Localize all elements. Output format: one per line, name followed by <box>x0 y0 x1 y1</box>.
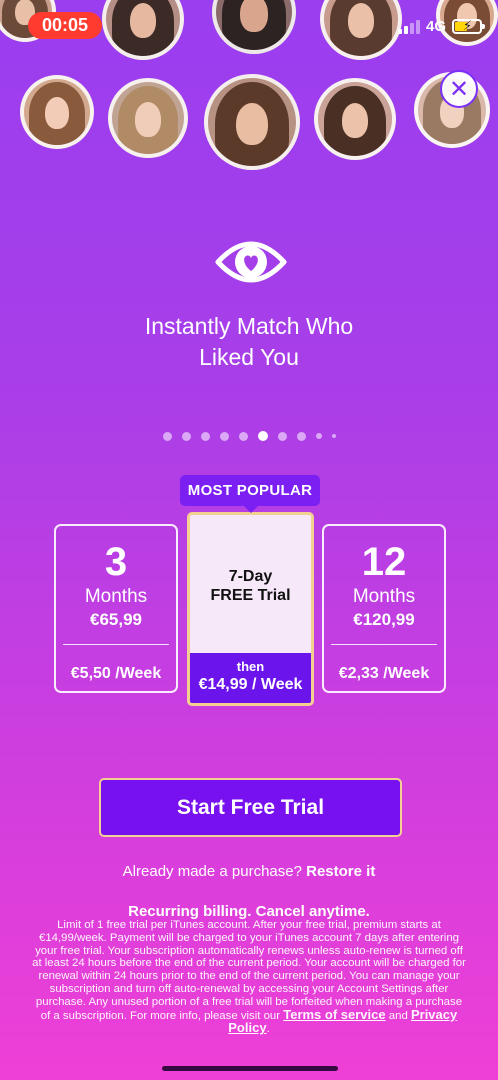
restore-row: Already made a purchase? Restore it <box>0 863 498 880</box>
avatar-4 <box>320 0 402 60</box>
plan-12-months-weekly: €2,33 /Week <box>338 665 430 682</box>
avatar-2 <box>102 0 184 60</box>
page-dot[interactable] <box>277 431 287 441</box>
page-indicator[interactable] <box>0 431 498 441</box>
avatar-9 <box>314 78 396 160</box>
page-dot[interactable] <box>238 431 248 441</box>
status-icons: 4G ⚡ <box>397 18 485 35</box>
avatar-7 <box>108 78 188 158</box>
most-popular-badge: MOST POPULAR <box>180 475 320 513</box>
network-type: 4G <box>425 18 446 35</box>
page-dot[interactable] <box>331 434 336 438</box>
avatar-8 <box>204 74 300 170</box>
page-dot[interactable] <box>296 431 306 441</box>
trial-then-label: then <box>236 659 265 674</box>
page-dot[interactable] <box>200 431 210 441</box>
restore-link[interactable]: Restore it <box>306 863 375 880</box>
page-dot[interactable] <box>181 431 191 441</box>
legal-period: . <box>266 1023 270 1036</box>
page-dot[interactable] <box>162 431 172 441</box>
status-time: 00:05 <box>28 12 102 39</box>
plan-3-months-number: 3 <box>104 540 128 584</box>
avatar-3 <box>212 0 296 54</box>
billing-title: Recurring billing. Cancel anytime. <box>128 903 370 920</box>
restore-prefix: Already made a purchase? <box>122 863 302 880</box>
plan-3-months-unit: Months <box>84 586 148 607</box>
home-indicator[interactable] <box>162 1066 338 1071</box>
page-dot[interactable] <box>219 431 229 441</box>
plan-12-months[interactable]: 12 Months €120,99 €2,33 /Week <box>322 524 446 693</box>
plan-3-months-weekly: €5,50 /Week <box>70 665 162 682</box>
close-icon: ✕ <box>448 75 470 103</box>
trial-price-bar: then €14,99 / Week <box>190 653 311 703</box>
battery-icon: ⚡ <box>452 18 485 34</box>
plan-3-months[interactable]: 3 Months €65,99 €5,50 /Week <box>54 524 178 693</box>
terms-link[interactable]: Terms of service <box>283 1007 385 1022</box>
close-button[interactable]: ✕ <box>440 70 478 108</box>
page-dot[interactable] <box>315 433 322 439</box>
avatar-6 <box>20 75 94 149</box>
plan-free-trial[interactable]: 7-Day FREE Trial then €14,99 / Week <box>187 512 314 706</box>
legal-and: and <box>388 1009 408 1022</box>
plan-12-months-price: €120,99 <box>353 610 415 629</box>
eye-heart-icon <box>215 241 287 283</box>
page-dot[interactable] <box>257 431 268 441</box>
trial-title: 7-Day FREE Trial <box>210 568 291 604</box>
trial-then-price: €14,99 / Week <box>198 676 303 693</box>
start-free-trial-button[interactable]: Start Free Trial <box>99 778 402 837</box>
plan-3-months-price: €65,99 <box>90 610 142 629</box>
divider <box>331 644 437 645</box>
legal-text: Limit of 1 free trial per iTunes account… <box>30 919 468 1036</box>
divider <box>63 644 169 645</box>
feature-headline: Instantly Match Who Liked You <box>144 313 354 370</box>
signal-icon <box>397 19 420 34</box>
legal-body: Limit of 1 free trial per iTunes account… <box>32 919 466 1022</box>
plan-12-months-unit: Months <box>352 586 416 607</box>
plan-12-months-number: 12 <box>361 540 407 584</box>
